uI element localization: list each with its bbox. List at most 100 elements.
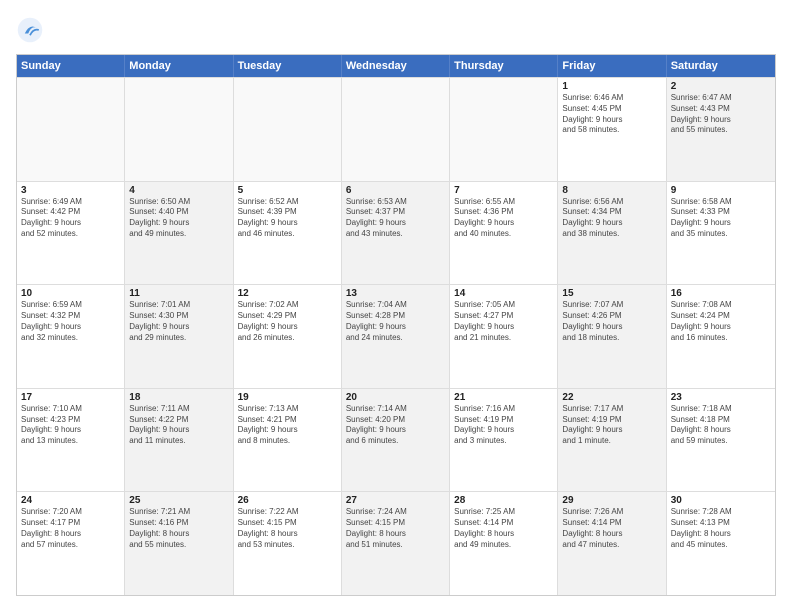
cal-cell-day-15: 15Sunrise: 7:07 AM Sunset: 4:26 PM Dayli… [558, 285, 666, 388]
day-number: 7 [454, 185, 553, 196]
cal-week-4: 17Sunrise: 7:10 AM Sunset: 4:23 PM Dayli… [17, 388, 775, 492]
day-number: 27 [346, 495, 445, 506]
cal-cell-day-12: 12Sunrise: 7:02 AM Sunset: 4:29 PM Dayli… [234, 285, 342, 388]
day-number: 3 [21, 185, 120, 196]
day-info: Sunrise: 7:08 AM Sunset: 4:24 PM Dayligh… [671, 300, 771, 343]
day-number: 29 [562, 495, 661, 506]
cal-cell-day-8: 8Sunrise: 6:56 AM Sunset: 4:34 PM Daylig… [558, 182, 666, 285]
cal-cell-day-29: 29Sunrise: 7:26 AM Sunset: 4:14 PM Dayli… [558, 492, 666, 595]
cal-cell-day-5: 5Sunrise: 6:52 AM Sunset: 4:39 PM Daylig… [234, 182, 342, 285]
cal-cell-day-9: 9Sunrise: 6:58 AM Sunset: 4:33 PM Daylig… [667, 182, 775, 285]
day-number: 15 [562, 288, 661, 299]
cal-cell-day-17: 17Sunrise: 7:10 AM Sunset: 4:23 PM Dayli… [17, 389, 125, 492]
cal-cell-day-7: 7Sunrise: 6:55 AM Sunset: 4:36 PM Daylig… [450, 182, 558, 285]
day-info: Sunrise: 6:49 AM Sunset: 4:42 PM Dayligh… [21, 197, 120, 240]
day-info: Sunrise: 7:20 AM Sunset: 4:17 PM Dayligh… [21, 507, 120, 550]
calendar-body: 1Sunrise: 6:46 AM Sunset: 4:45 PM Daylig… [17, 77, 775, 595]
cal-cell-day-27: 27Sunrise: 7:24 AM Sunset: 4:15 PM Dayli… [342, 492, 450, 595]
cal-cell-day-2: 2Sunrise: 6:47 AM Sunset: 4:43 PM Daylig… [667, 78, 775, 181]
cal-cell-day-10: 10Sunrise: 6:59 AM Sunset: 4:32 PM Dayli… [17, 285, 125, 388]
cal-cell-empty [342, 78, 450, 181]
day-number: 18 [129, 392, 228, 403]
day-info: Sunrise: 7:05 AM Sunset: 4:27 PM Dayligh… [454, 300, 553, 343]
page: SundayMondayTuesdayWednesdayThursdayFrid… [0, 0, 792, 612]
day-info: Sunrise: 6:47 AM Sunset: 4:43 PM Dayligh… [671, 93, 771, 136]
day-info: Sunrise: 7:21 AM Sunset: 4:16 PM Dayligh… [129, 507, 228, 550]
cal-cell-day-1: 1Sunrise: 6:46 AM Sunset: 4:45 PM Daylig… [558, 78, 666, 181]
cal-cell-day-3: 3Sunrise: 6:49 AM Sunset: 4:42 PM Daylig… [17, 182, 125, 285]
day-info: Sunrise: 7:24 AM Sunset: 4:15 PM Dayligh… [346, 507, 445, 550]
day-info: Sunrise: 7:07 AM Sunset: 4:26 PM Dayligh… [562, 300, 661, 343]
cal-header-thursday: Thursday [450, 55, 558, 77]
cal-cell-empty [17, 78, 125, 181]
cal-cell-day-4: 4Sunrise: 6:50 AM Sunset: 4:40 PM Daylig… [125, 182, 233, 285]
day-info: Sunrise: 6:52 AM Sunset: 4:39 PM Dayligh… [238, 197, 337, 240]
cal-cell-day-30: 30Sunrise: 7:28 AM Sunset: 4:13 PM Dayli… [667, 492, 775, 595]
cal-cell-day-14: 14Sunrise: 7:05 AM Sunset: 4:27 PM Dayli… [450, 285, 558, 388]
header [16, 16, 776, 44]
cal-header-saturday: Saturday [667, 55, 775, 77]
day-info: Sunrise: 7:16 AM Sunset: 4:19 PM Dayligh… [454, 404, 553, 447]
day-info: Sunrise: 7:25 AM Sunset: 4:14 PM Dayligh… [454, 507, 553, 550]
cal-header-monday: Monday [125, 55, 233, 77]
day-number: 5 [238, 185, 337, 196]
day-info: Sunrise: 6:46 AM Sunset: 4:45 PM Dayligh… [562, 93, 661, 136]
day-info: Sunrise: 6:53 AM Sunset: 4:37 PM Dayligh… [346, 197, 445, 240]
logo [16, 16, 48, 44]
day-number: 4 [129, 185, 228, 196]
day-info: Sunrise: 7:01 AM Sunset: 4:30 PM Dayligh… [129, 300, 228, 343]
day-number: 28 [454, 495, 553, 506]
cal-cell-empty [234, 78, 342, 181]
day-number: 9 [671, 185, 771, 196]
cal-cell-day-19: 19Sunrise: 7:13 AM Sunset: 4:21 PM Dayli… [234, 389, 342, 492]
cal-cell-day-22: 22Sunrise: 7:17 AM Sunset: 4:19 PM Dayli… [558, 389, 666, 492]
day-info: Sunrise: 7:13 AM Sunset: 4:21 PM Dayligh… [238, 404, 337, 447]
day-number: 6 [346, 185, 445, 196]
day-number: 23 [671, 392, 771, 403]
day-number: 17 [21, 392, 120, 403]
day-number: 12 [238, 288, 337, 299]
day-info: Sunrise: 7:26 AM Sunset: 4:14 PM Dayligh… [562, 507, 661, 550]
cal-cell-day-6: 6Sunrise: 6:53 AM Sunset: 4:37 PM Daylig… [342, 182, 450, 285]
day-number: 25 [129, 495, 228, 506]
day-info: Sunrise: 6:50 AM Sunset: 4:40 PM Dayligh… [129, 197, 228, 240]
day-info: Sunrise: 6:58 AM Sunset: 4:33 PM Dayligh… [671, 197, 771, 240]
day-info: Sunrise: 7:14 AM Sunset: 4:20 PM Dayligh… [346, 404, 445, 447]
day-info: Sunrise: 6:56 AM Sunset: 4:34 PM Dayligh… [562, 197, 661, 240]
calendar-header: SundayMondayTuesdayWednesdayThursdayFrid… [17, 55, 775, 77]
cal-header-sunday: Sunday [17, 55, 125, 77]
day-number: 24 [21, 495, 120, 506]
day-number: 22 [562, 392, 661, 403]
day-number: 8 [562, 185, 661, 196]
cal-week-3: 10Sunrise: 6:59 AM Sunset: 4:32 PM Dayli… [17, 284, 775, 388]
day-number: 20 [346, 392, 445, 403]
cal-week-1: 1Sunrise: 6:46 AM Sunset: 4:45 PM Daylig… [17, 77, 775, 181]
cal-cell-day-24: 24Sunrise: 7:20 AM Sunset: 4:17 PM Dayli… [17, 492, 125, 595]
cal-header-wednesday: Wednesday [342, 55, 450, 77]
day-number: 14 [454, 288, 553, 299]
day-info: Sunrise: 7:18 AM Sunset: 4:18 PM Dayligh… [671, 404, 771, 447]
cal-cell-empty [125, 78, 233, 181]
cal-cell-day-28: 28Sunrise: 7:25 AM Sunset: 4:14 PM Dayli… [450, 492, 558, 595]
cal-cell-day-11: 11Sunrise: 7:01 AM Sunset: 4:30 PM Dayli… [125, 285, 233, 388]
day-number: 2 [671, 81, 771, 92]
day-number: 21 [454, 392, 553, 403]
day-number: 30 [671, 495, 771, 506]
cal-cell-empty [450, 78, 558, 181]
day-number: 19 [238, 392, 337, 403]
cal-week-2: 3Sunrise: 6:49 AM Sunset: 4:42 PM Daylig… [17, 181, 775, 285]
day-number: 10 [21, 288, 120, 299]
day-number: 16 [671, 288, 771, 299]
cal-cell-day-21: 21Sunrise: 7:16 AM Sunset: 4:19 PM Dayli… [450, 389, 558, 492]
day-info: Sunrise: 6:59 AM Sunset: 4:32 PM Dayligh… [21, 300, 120, 343]
day-info: Sunrise: 7:02 AM Sunset: 4:29 PM Dayligh… [238, 300, 337, 343]
cal-cell-day-16: 16Sunrise: 7:08 AM Sunset: 4:24 PM Dayli… [667, 285, 775, 388]
cal-cell-day-23: 23Sunrise: 7:18 AM Sunset: 4:18 PM Dayli… [667, 389, 775, 492]
cal-week-5: 24Sunrise: 7:20 AM Sunset: 4:17 PM Dayli… [17, 491, 775, 595]
cal-cell-day-26: 26Sunrise: 7:22 AM Sunset: 4:15 PM Dayli… [234, 492, 342, 595]
cal-header-friday: Friday [558, 55, 666, 77]
cal-cell-day-25: 25Sunrise: 7:21 AM Sunset: 4:16 PM Dayli… [125, 492, 233, 595]
day-number: 13 [346, 288, 445, 299]
day-info: Sunrise: 7:10 AM Sunset: 4:23 PM Dayligh… [21, 404, 120, 447]
day-number: 11 [129, 288, 228, 299]
